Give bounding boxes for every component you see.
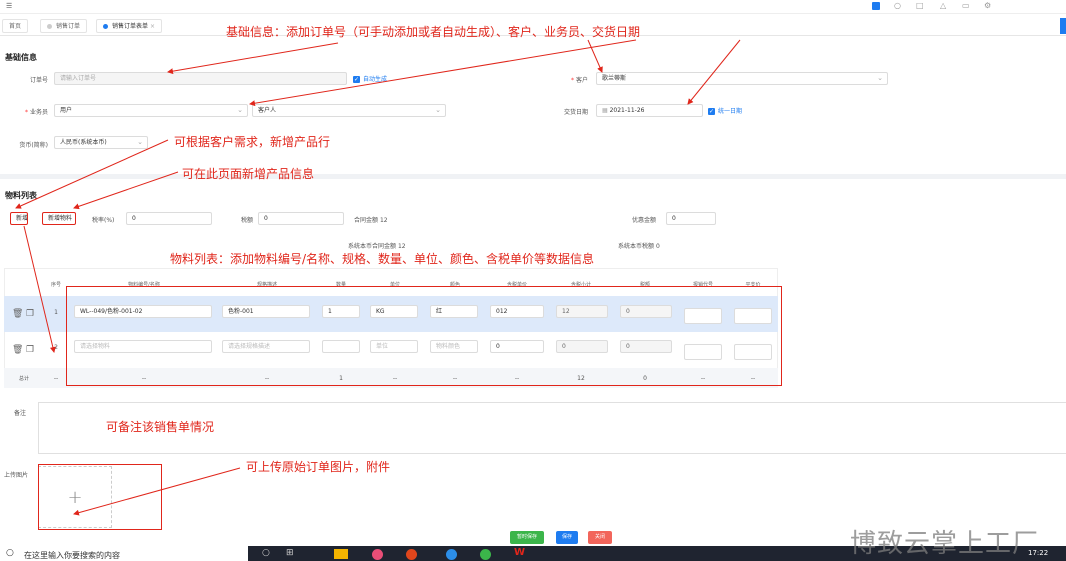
annotation-upload: 可上传原始订单图片，附件: [246, 460, 391, 474]
annotation-remark: 可备注该销售单情况: [106, 420, 215, 434]
annotation-basic-info: 基础信息：添加订单号（可手动添加或者自动生成）、客户、业务员、交货日期: [226, 25, 641, 39]
annotation-arrows: [15, 39, 741, 516]
annotation-material-list: 物料列表：添加物料编号/名称、规格、数量、单位、颜色、含税单价等数据信息: [170, 252, 595, 266]
annotation-add-material: 可在此页面新增产品信息: [182, 167, 315, 181]
annotation-add-row: 可根据客户需求，新增产品行: [174, 135, 331, 149]
